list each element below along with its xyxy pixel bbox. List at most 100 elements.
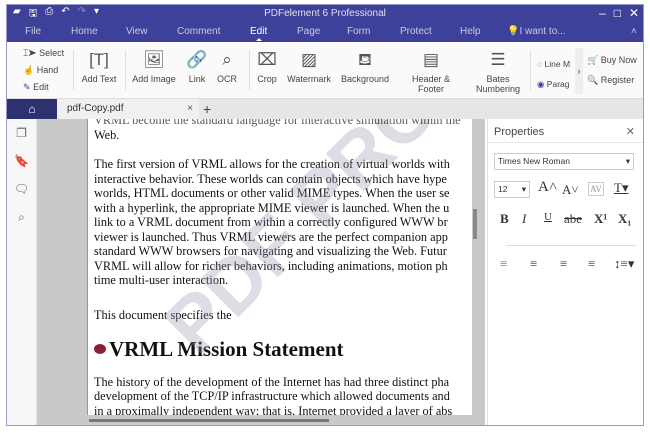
crop-button[interactable]: ⌧ Crop: [255, 50, 279, 84]
document-tab[interactable]: pdf-Copy.pdf ×: [57, 99, 199, 119]
paragraph-3: The history of the development of the In…: [94, 374, 453, 416]
menu-file[interactable]: File: [25, 26, 41, 37]
left-sidebar: ❐ 🔖 🗨 ⌕: [7, 119, 37, 425]
maximize-button[interactable]: □: [614, 6, 621, 20]
menu-page[interactable]: Page: [297, 26, 320, 37]
tab-bar: ⌂ pdf-Copy.pdf × +: [7, 99, 643, 119]
superscript-icon[interactable]: X¹: [594, 211, 607, 227]
i-want-to[interactable]: 💡I want to...: [507, 26, 566, 37]
menu-help[interactable]: Help: [460, 26, 481, 37]
bates-icon: ☰: [490, 50, 506, 69]
new-tab-button[interactable]: +: [203, 99, 211, 119]
app-logo-icon: ▰: [13, 5, 21, 17]
ribbon-scroll-right[interactable]: ›: [575, 48, 583, 94]
horizontal-scrollbar[interactable]: [89, 419, 329, 422]
paragraph-1: The first version of VRML allows for the…: [94, 157, 450, 287]
vertical-scrollbar[interactable]: [473, 209, 477, 239]
search-icon[interactable]: ⌕: [7, 203, 36, 231]
menu-comment[interactable]: Comment: [177, 26, 220, 37]
register-button[interactable]: 🔍 Register: [587, 70, 637, 90]
key-icon: 🔍: [587, 75, 599, 85]
align-left-icon[interactable]: ≡: [500, 256, 507, 272]
edit-icon: ✎: [23, 82, 31, 92]
ribbon: ⌶➤ Select ☝ Hand ✎ Edit [T] Add Text 🖼 Add…: [7, 42, 643, 99]
subscript-icon[interactable]: X₁: [618, 211, 631, 227]
cursor-icon: ⌶➤: [23, 48, 37, 58]
align-right-icon[interactable]: ≡: [560, 256, 567, 272]
title-bar: ▰ 🖫 ⎙ ↶ ↷ ▾ PDFelement 6 Professional – □ ✕: [7, 5, 643, 23]
properties-title: Properties: [494, 126, 545, 138]
line-mode-radio[interactable]: ○ Line M: [537, 54, 570, 74]
menu-bar: File Home View Comment Edit Page Form Pr…: [7, 23, 643, 42]
header-footer-button[interactable]: ▤ Header & Footer: [398, 50, 464, 94]
paragraph-mode-radio[interactable]: ◉ Parag: [537, 74, 570, 94]
cart-icon: 🛒: [587, 55, 599, 65]
pages-icon[interactable]: ❐: [7, 119, 36, 147]
app-window: ▰ 🖫 ⎙ ↶ ↷ ▾ PDFelement 6 Professional – □ ✕ Fil…: [6, 4, 644, 426]
select-tools: ⌶➤ Select ☝ Hand ✎ Edit: [23, 45, 64, 96]
ocr-icon: ⌕: [222, 50, 232, 69]
background-button[interactable]: ⛾ Background: [340, 50, 390, 84]
text-mode: ○ Line M ◉ Parag: [537, 54, 570, 94]
character-spacing-icon[interactable]: AV: [588, 182, 604, 196]
comment-icon[interactable]: 🗨: [7, 175, 36, 203]
increase-font-icon[interactable]: A˄: [538, 179, 557, 196]
strikethrough-icon[interactable]: abe: [564, 211, 582, 227]
hand-icon: ☝: [23, 65, 35, 75]
collapse-ribbon-icon[interactable]: ˄: [631, 26, 637, 37]
minimize-button[interactable]: –: [599, 6, 606, 20]
heading: VRML Mission Statement: [94, 339, 472, 359]
font-size-select[interactable]: 12 ▾: [494, 181, 530, 198]
print-icon[interactable]: ⎙: [45, 6, 53, 23]
menu-edit[interactable]: Edit: [250, 26, 267, 41]
add-text-button[interactable]: [T] Add Text: [81, 50, 117, 84]
italic-icon[interactable]: I: [522, 211, 526, 227]
customize-icon[interactable]: ▾: [94, 6, 99, 23]
watermark-icon: ▨: [300, 50, 318, 69]
bullet-icon: [94, 344, 106, 355]
menu-home[interactable]: Home: [71, 26, 98, 37]
home-icon: ⌂: [28, 102, 36, 116]
header-footer-icon: ▤: [422, 50, 440, 69]
bates-numbering-button[interactable]: ☰ Bates Numbering: [473, 50, 523, 94]
lightbulb-icon: 💡: [507, 26, 520, 37]
link-icon: 🔗: [186, 50, 208, 69]
add-image-button[interactable]: 🖼 Add Image: [132, 50, 176, 84]
link-button[interactable]: 🔗 Link: [185, 50, 209, 84]
pdf-page[interactable]: PDF PRO VRML become the standard languag…: [87, 119, 472, 415]
bold-icon[interactable]: B: [500, 211, 509, 227]
undo-icon[interactable]: ↶: [61, 6, 69, 23]
text-box-icon: [T]: [89, 50, 109, 69]
close-tab-icon[interactable]: ×: [187, 99, 193, 119]
decrease-font-icon[interactable]: A˅: [562, 182, 579, 198]
menu-form[interactable]: Form: [347, 26, 370, 37]
window-title: PDFelement 6 Professional: [264, 8, 386, 19]
justify-icon[interactable]: ≡: [588, 256, 595, 272]
crop-icon: ⌧: [257, 50, 277, 69]
redo-icon[interactable]: ↷: [78, 6, 86, 23]
save-icon[interactable]: 🖫: [29, 6, 38, 23]
close-properties-icon[interactable]: ✕: [626, 125, 635, 138]
buy-now-button[interactable]: 🛒 Buy Now: [587, 50, 637, 70]
underline-icon[interactable]: U: [544, 211, 552, 223]
background-icon: ⛾: [358, 50, 372, 69]
menu-protect[interactable]: Protect: [400, 26, 432, 37]
image-icon: 🖼: [143, 50, 165, 69]
divider: [506, 245, 636, 246]
edit-tool[interactable]: ✎ Edit: [23, 79, 64, 96]
document-area: PDF PRO VRML become the standard languag…: [37, 119, 485, 425]
purchase: 🛒 Buy Now 🔍 Register: [587, 50, 637, 90]
ocr-button[interactable]: ⌕ OCR: [215, 50, 239, 84]
align-center-icon[interactable]: ≡: [530, 256, 537, 272]
watermark-button[interactable]: ▨ Watermark: [285, 50, 333, 84]
close-button[interactable]: ✕: [629, 6, 639, 20]
font-family-select[interactable]: Times New Roman ▾: [494, 153, 634, 170]
text-color-icon[interactable]: T▾: [614, 180, 628, 196]
home-tab[interactable]: ⌂: [7, 99, 57, 119]
line-spacing-icon[interactable]: ↕≡▾: [614, 256, 634, 272]
menu-view[interactable]: View: [126, 26, 148, 37]
select-tool[interactable]: ⌶➤ Select: [23, 45, 64, 62]
bookmark-icon[interactable]: 🔖: [7, 147, 36, 175]
hand-tool[interactable]: ☝ Hand: [23, 62, 64, 79]
properties-panel: Properties ✕ Times New Roman ▾ 12 ▾ A˄ A˅ A…: [487, 119, 643, 425]
